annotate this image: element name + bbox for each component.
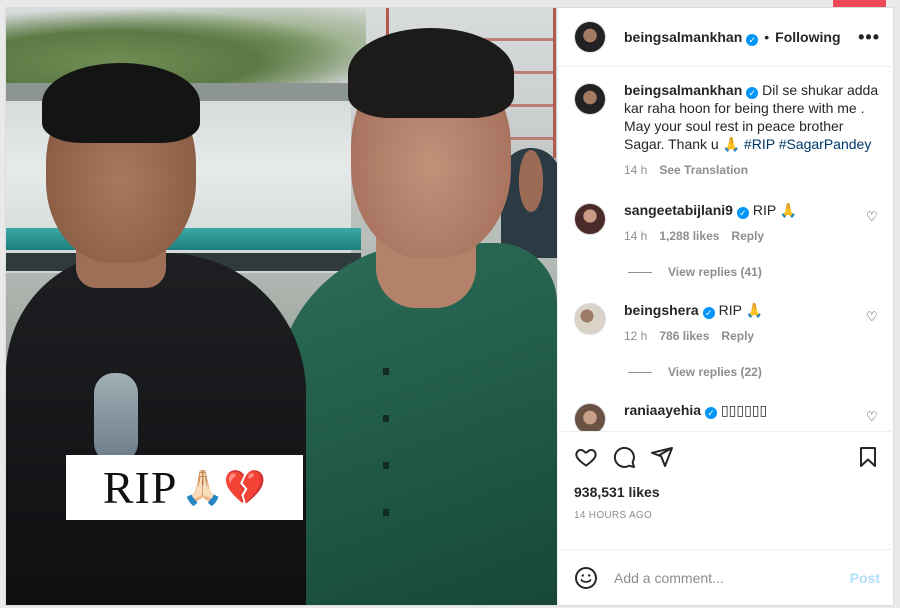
more-options-icon[interactable]: ••• bbox=[858, 27, 880, 48]
comment-bubble-icon[interactable] bbox=[612, 445, 636, 469]
like-comment-heart-icon[interactable]: ♡ bbox=[866, 409, 880, 425]
comment-item: raniaayehia ✓ ▯▯▯▯▯▯ ♡ bbox=[574, 401, 880, 431]
comment-input[interactable] bbox=[614, 569, 850, 586]
comment-time: 12 h bbox=[624, 329, 648, 343]
reply-button[interactable]: Reply bbox=[721, 327, 754, 345]
post-side-panel: beingsalmankhan ✓ • Following ••• beingsa… bbox=[557, 8, 894, 605]
share-send-icon[interactable] bbox=[650, 445, 674, 469]
like-comment-heart-icon[interactable]: ♡ bbox=[866, 309, 880, 325]
verified-badge-icon: ✓ bbox=[736, 207, 749, 219]
caption: beingsalmankhan ✓ Dil se shukar adda kar … bbox=[574, 81, 880, 179]
rip-overlay-emoji: 🙏🏻💔 bbox=[181, 468, 267, 507]
avatar[interactable] bbox=[574, 303, 606, 335]
like-heart-icon[interactable] bbox=[574, 445, 598, 469]
comment-text: RIP 🙏 bbox=[752, 202, 798, 218]
post-button[interactable]: Post bbox=[850, 570, 880, 586]
avatar[interactable] bbox=[574, 21, 606, 53]
comment-username[interactable]: sangeetabijlani9 bbox=[624, 202, 733, 218]
comment-item: beingshera ✓ RIP 🙏 12 h 786 likes Reply ♡ bbox=[574, 301, 880, 345]
hashtag-rip[interactable]: #RIP bbox=[744, 136, 775, 152]
add-comment-bar: Post bbox=[558, 549, 894, 605]
post-timestamp[interactable]: 14 HOURS AGO bbox=[574, 510, 880, 521]
verified-badge-icon: ✓ bbox=[746, 87, 759, 99]
caption-username[interactable]: beingsalmankhan bbox=[624, 82, 742, 98]
comment-item: sangeetabijlani9 ✓ RIP 🙏 14 h 1,288 likes… bbox=[574, 201, 880, 245]
comment-time: 14 h bbox=[624, 229, 648, 243]
rip-overlay: RIP 🙏🏻💔 bbox=[66, 455, 303, 520]
post-modal: RIP 🙏🏻💔 beingsalmankhan ✓ • Following •••… bbox=[5, 7, 894, 606]
likes-count[interactable]: 938,531 likes bbox=[574, 484, 880, 500]
view-replies-label[interactable]: View replies (41) bbox=[668, 265, 762, 279]
verified-badge-icon: ✓ bbox=[746, 33, 759, 46]
comments-list[interactable]: beingsalmankhan ✓ Dil se shukar adda kar … bbox=[558, 67, 894, 431]
emoji-smiley-icon[interactable] bbox=[574, 566, 598, 590]
verified-badge-icon: ✓ bbox=[702, 307, 715, 319]
comment-text: ▯▯▯▯▯▯ bbox=[720, 402, 768, 418]
view-replies-button[interactable]: View replies (22) bbox=[628, 365, 880, 379]
comment-likes[interactable]: 786 likes bbox=[659, 327, 709, 345]
save-bookmark-icon[interactable] bbox=[856, 445, 880, 469]
post-header: beingsalmankhan ✓ • Following ••• bbox=[558, 8, 894, 67]
separator-dot: • bbox=[764, 29, 770, 45]
post-image: RIP 🙏🏻💔 bbox=[6, 8, 557, 605]
avatar[interactable] bbox=[574, 83, 606, 115]
header-username-text[interactable]: beingsalmankhan bbox=[624, 29, 742, 45]
post-actions: 938,531 likes 14 HOURS AGO bbox=[558, 431, 894, 549]
avatar[interactable] bbox=[574, 403, 606, 431]
view-replies-button[interactable]: View replies (41) bbox=[628, 265, 880, 279]
reply-button[interactable]: Reply bbox=[731, 227, 764, 245]
avatar[interactable] bbox=[574, 203, 606, 235]
comment-username[interactable]: raniaayehia bbox=[624, 402, 701, 418]
rip-overlay-text: RIP bbox=[102, 462, 178, 513]
comment-username[interactable]: beingshera bbox=[624, 302, 699, 318]
like-comment-heart-icon[interactable]: ♡ bbox=[866, 209, 880, 225]
caption-time: 14 h bbox=[624, 163, 648, 177]
verified-badge-icon: ✓ bbox=[705, 407, 718, 419]
view-replies-label[interactable]: View replies (22) bbox=[668, 365, 762, 379]
following-button[interactable]: Following bbox=[775, 29, 840, 45]
comment-text: RIP 🙏 bbox=[718, 302, 763, 318]
hashtag-sagarpandey[interactable]: #SagarPandey bbox=[779, 136, 872, 152]
see-translation-button[interactable]: See Translation bbox=[659, 161, 748, 179]
header-username[interactable]: beingsalmankhan ✓ bbox=[624, 29, 759, 46]
comment-likes[interactable]: 1,288 likes bbox=[659, 227, 719, 245]
